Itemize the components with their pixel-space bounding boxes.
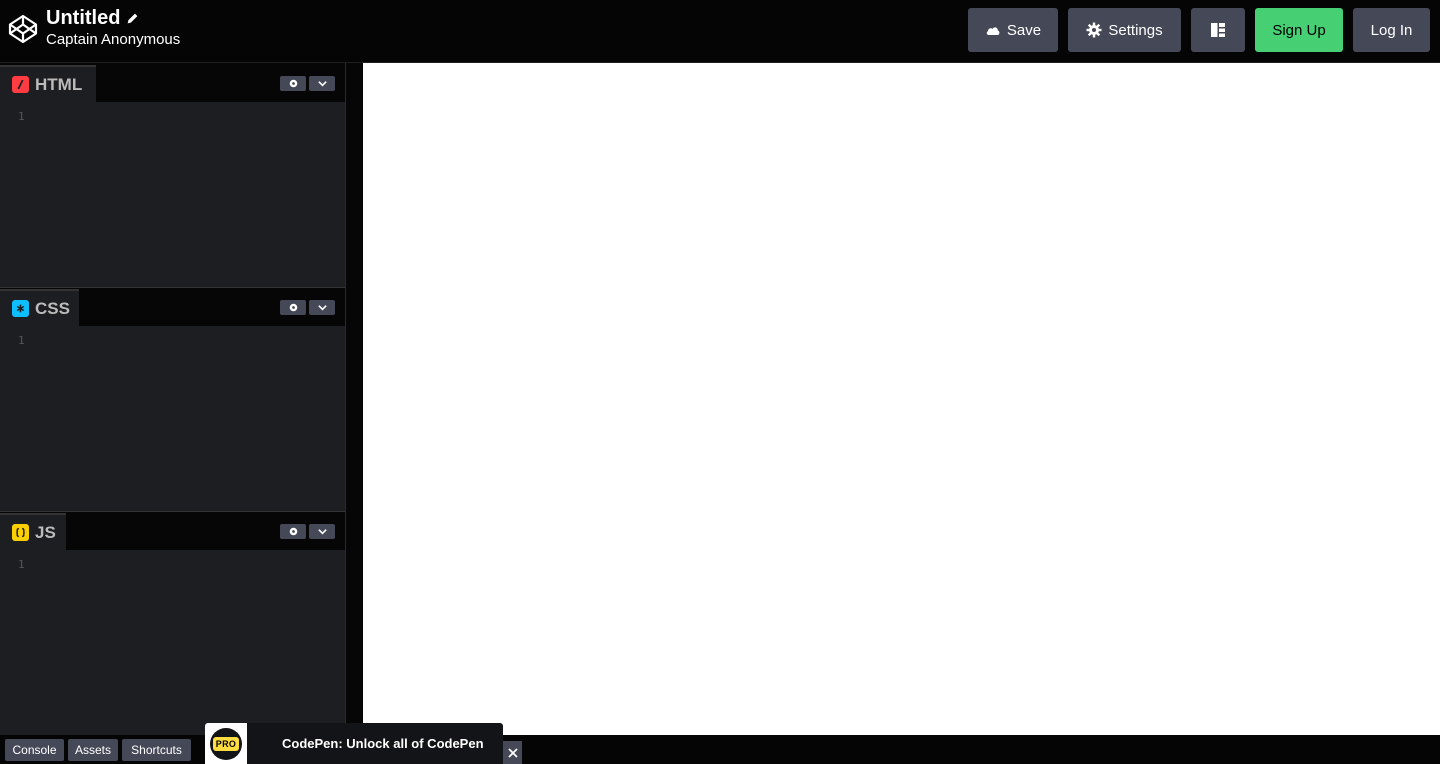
html-editor-tab[interactable]: HTML <box>0 65 96 102</box>
sign-up-button[interactable]: Sign Up <box>1255 8 1343 52</box>
html-slash-icon <box>12 76 29 93</box>
css-editor-label: CSS <box>35 298 70 318</box>
css-editor-collapse-button[interactable] <box>309 300 335 315</box>
html-editor-header: HTML <box>0 63 345 102</box>
editors-column: HTML 1 CSS 1 JS 1 <box>0 63 345 735</box>
pro-badge-icon: PRO <box>210 728 242 760</box>
promo-close-button[interactable] <box>503 741 522 764</box>
html-editor-settings-button[interactable] <box>280 76 306 91</box>
console-button[interactable]: Console <box>5 739 64 761</box>
result-preview[interactable] <box>363 63 1440 735</box>
editor-divider[interactable] <box>0 511 345 512</box>
chevron-down-icon <box>317 81 327 87</box>
pen-title[interactable]: Untitled <box>46 6 180 30</box>
js-editor-tab[interactable]: JS <box>0 513 66 550</box>
css-asterisk-icon <box>12 300 29 317</box>
pen-title-block: Untitled Captain Anonymous <box>46 6 180 49</box>
settings-button[interactable]: Settings <box>1068 8 1181 52</box>
cloud-icon <box>986 27 1000 35</box>
js-line-number: 1 <box>18 558 25 571</box>
pro-badge-box: PRO <box>205 723 247 764</box>
shortcuts-button[interactable]: Shortcuts <box>122 739 191 761</box>
js-editor-label: JS <box>35 522 56 542</box>
pencil-icon[interactable] <box>126 12 139 25</box>
promo-text[interactable]: CodePen: Unlock all of CodePen <box>282 736 484 751</box>
css-line-number: 1 <box>18 334 25 347</box>
gear-icon <box>289 527 297 536</box>
settings-label: Settings <box>1108 21 1163 39</box>
html-line-number: 1 <box>18 110 25 123</box>
log-in-button[interactable]: Log In <box>1353 8 1430 52</box>
html-editor-label: HTML <box>35 74 83 94</box>
gear-icon <box>289 303 297 312</box>
editor-divider[interactable] <box>0 287 345 288</box>
layout-icon <box>1211 23 1225 37</box>
app-header: Untitled Captain Anonymous Save Settings… <box>0 0 1440 63</box>
change-view-button[interactable] <box>1191 8 1245 52</box>
pen-title-text[interactable]: Untitled <box>46 6 120 30</box>
js-editor-settings-button[interactable] <box>280 524 306 539</box>
assets-button[interactable]: Assets <box>68 739 118 761</box>
html-editor[interactable]: HTML 1 <box>0 63 345 287</box>
css-editor-settings-button[interactable] <box>280 300 306 315</box>
css-editor-header: CSS <box>0 287 345 326</box>
pro-badge-text: PRO <box>212 737 240 751</box>
save-button[interactable]: Save <box>968 8 1058 52</box>
save-label: Save <box>1006 21 1042 39</box>
css-editor[interactable]: CSS 1 <box>0 287 345 511</box>
js-editor[interactable]: JS 1 <box>0 511 345 735</box>
css-editor-tab[interactable]: CSS <box>0 289 79 326</box>
chevron-down-icon <box>317 529 327 535</box>
js-braces-icon <box>12 524 29 541</box>
js-editor-header: JS <box>0 511 345 550</box>
pro-promo-banner[interactable]: PRO CodePen: Unlock all of CodePen <box>205 723 503 764</box>
pen-owner: Captain Anonymous <box>46 31 181 48</box>
html-editor-collapse-button[interactable] <box>309 76 335 91</box>
editor-resize-handle[interactable] <box>345 63 362 735</box>
gear-icon <box>289 79 297 88</box>
js-editor-collapse-button[interactable] <box>309 524 335 539</box>
codepen-logo-icon[interactable] <box>8 14 38 44</box>
close-icon <box>507 747 518 758</box>
gear-icon <box>1086 22 1102 38</box>
chevron-down-icon <box>317 305 327 311</box>
